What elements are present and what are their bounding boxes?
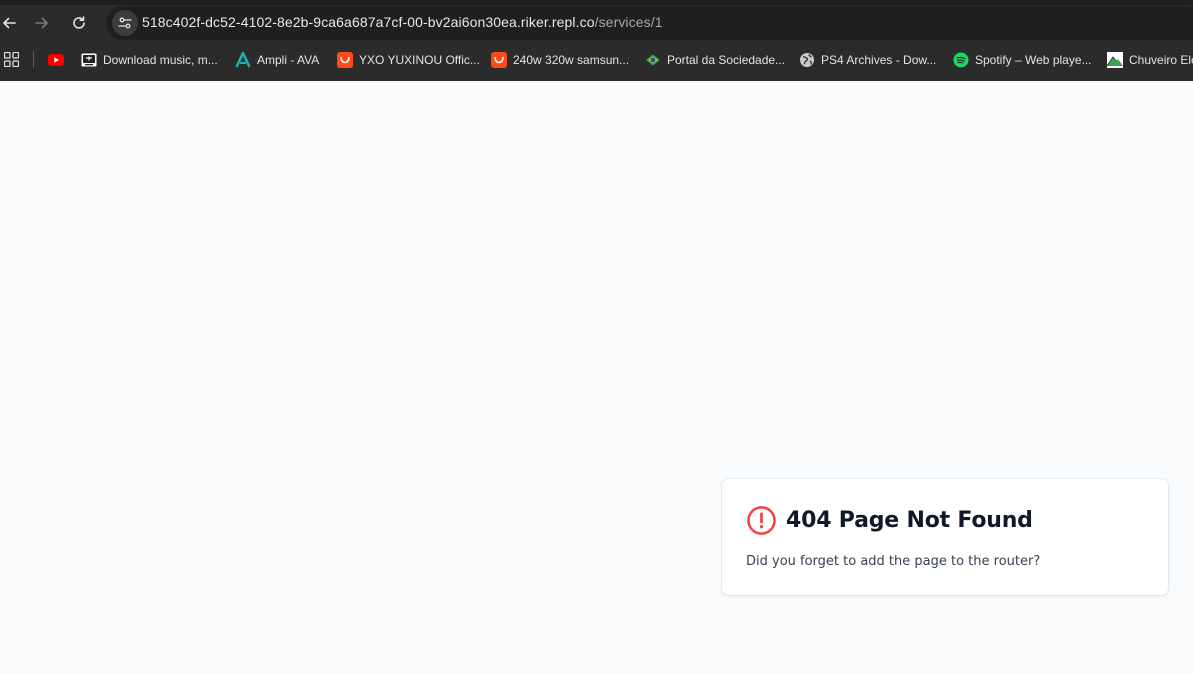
bookmark-240w-samsung[interactable]: 240w 320w samsun... — [491, 49, 629, 71]
bookmarks-bar: Download music, m... Ampli - AVA YXO YUX… — [0, 46, 1193, 74]
reload-button[interactable] — [66, 10, 92, 36]
bookmark-label: Chuveiro Elé — [1129, 53, 1193, 67]
tab-strip — [0, 0, 1193, 5]
bookmark-spotify[interactable]: Spotify – Web playe... — [953, 49, 1092, 71]
aliexpress-icon — [491, 52, 507, 68]
page-title: 404 Page Not Found — [786, 508, 1033, 533]
url-host: 518c402f-dc52-4102-8e2b-9ca6a687a7cf-00-… — [142, 14, 595, 30]
youtube-icon — [48, 52, 64, 68]
alert-circle-icon — [747, 506, 776, 535]
bookmark-label: PS4 Archives - Dow... — [821, 53, 937, 67]
bookmark-label: Ampli - AVA — [257, 53, 320, 67]
bookmark-ampli-ava[interactable]: Ampli - AVA — [235, 49, 319, 71]
not-found-card: 404 Page Not Found Did you forget to add… — [721, 478, 1169, 596]
url-path: /services/1 — [594, 14, 663, 30]
address-bar[interactable]: 518c402f-dc52-4102-8e2b-9ca6a687a7cf-00-… — [106, 6, 1193, 40]
brazil-flag-icon — [645, 52, 661, 68]
site-info-button[interactable] — [112, 10, 138, 36]
bookmark-label: Download music, m... — [103, 53, 218, 67]
mountain-icon — [1107, 52, 1123, 68]
bookmark-label: 240w 320w samsun... — [513, 53, 630, 67]
bookmark-label: Portal da Sociedade... — [667, 53, 786, 67]
bookmark-download-music[interactable]: Download music, m... — [81, 49, 218, 71]
arrow-left-icon — [3, 17, 16, 29]
bookmarks-separator — [33, 51, 34, 68]
card-header: 404 Page Not Found — [746, 505, 1033, 536]
spotify-icon — [953, 52, 969, 68]
bookmark-ps4-archives[interactable]: PS4 Archives - Dow... — [799, 49, 936, 71]
bookmark-yxo-yuxinou[interactable]: YXO YUXINOU Offic... — [337, 49, 480, 71]
bookmark-label: Spotify – Web playe... — [975, 53, 1092, 67]
bookmark-youtube[interactable] — [48, 49, 70, 71]
ampli-icon — [235, 52, 251, 68]
url-text[interactable]: 518c402f-dc52-4102-8e2b-9ca6a687a7cf-00-… — [142, 14, 663, 30]
bookmark-portal-sociedade[interactable]: Portal da Sociedade... — [645, 49, 785, 71]
page-content: 404 Page Not Found Did you forget to add… — [0, 81, 1193, 674]
back-button[interactable] — [0, 10, 22, 36]
browser-chrome: 518c402f-dc52-4102-8e2b-9ca6a687a7cf-00-… — [0, 0, 1193, 81]
site-settings-icon — [118, 17, 132, 29]
bookmark-label: YXO YUXINOU Offic... — [359, 53, 480, 67]
aliexpress-icon — [337, 52, 353, 68]
forward-button[interactable] — [29, 10, 55, 36]
globe-icon — [799, 52, 815, 68]
apps-grid-icon[interactable] — [4, 52, 19, 67]
download-music-icon — [81, 52, 97, 68]
error-message: Did you forget to add the page to the ro… — [746, 554, 1041, 569]
arrow-right-icon — [35, 17, 48, 29]
reload-icon — [73, 16, 85, 29]
bookmark-chuveiro[interactable]: Chuveiro Elé — [1107, 49, 1193, 71]
